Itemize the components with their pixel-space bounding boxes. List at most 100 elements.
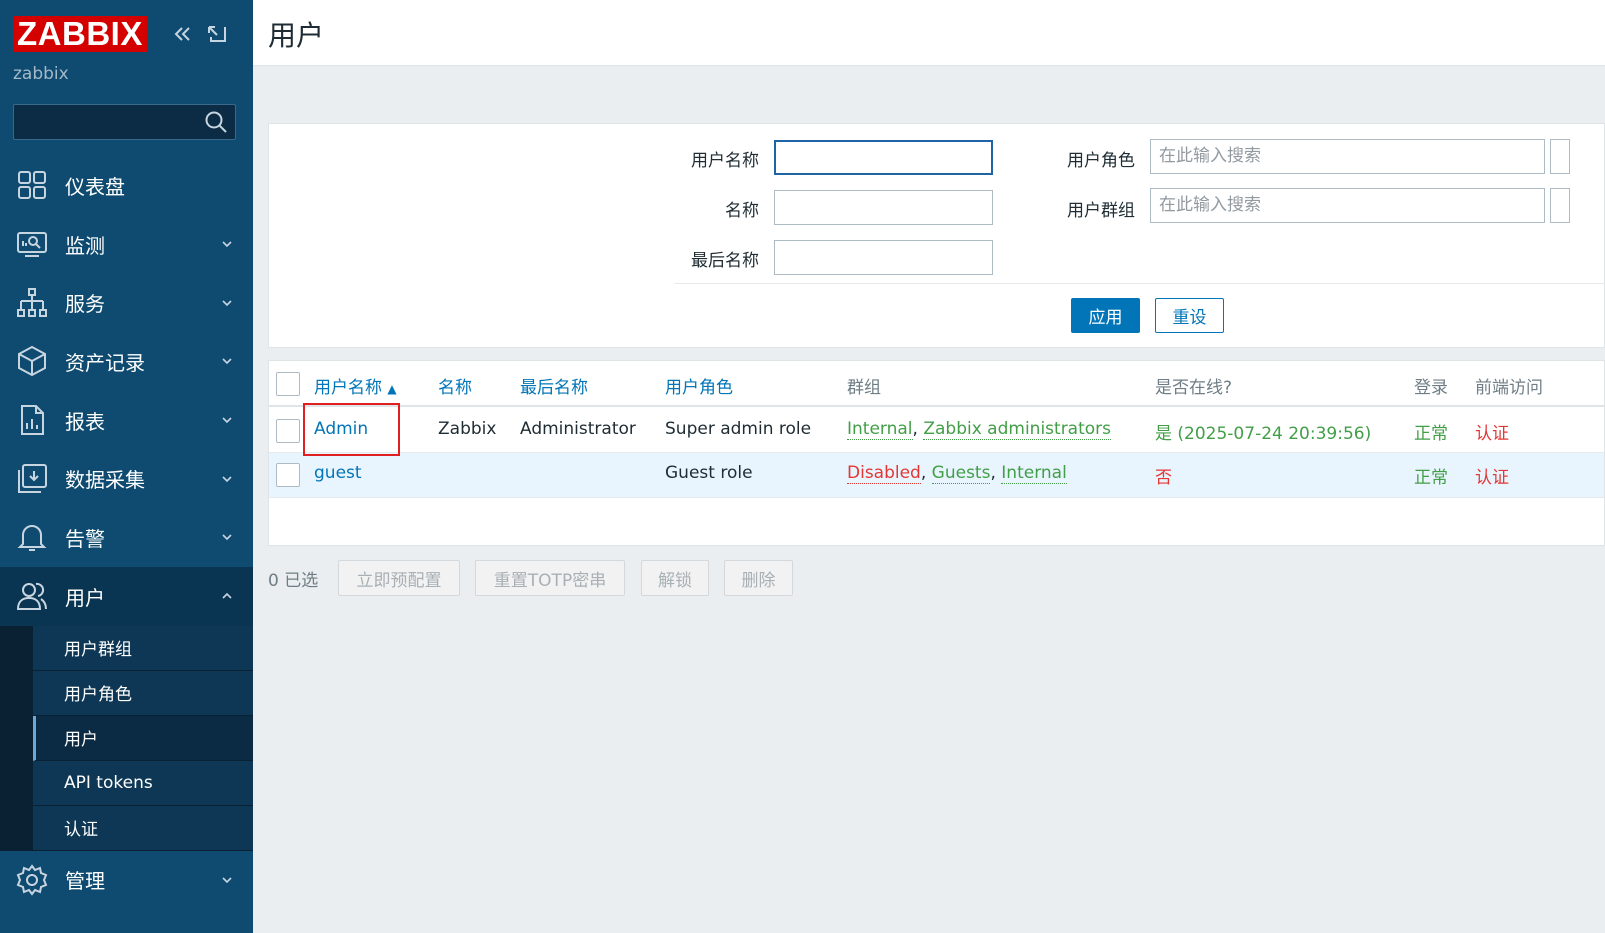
username-link[interactable]: guest: [314, 463, 362, 483]
lastname-cell: Administrator: [520, 419, 636, 439]
nav-item-reports[interactable]: 报表: [0, 391, 253, 450]
group-link[interactable]: Internal: [1001, 463, 1067, 484]
group-link[interactable]: Zabbix administrators: [923, 419, 1112, 440]
filter-name-label: 名称: [725, 201, 759, 221]
groups-cell: Internal, Zabbix administrators: [847, 419, 1112, 440]
name-cell: Zabbix: [438, 419, 497, 439]
group-link[interactable]: Disabled: [847, 463, 921, 484]
frontend-access: 认证: [1475, 424, 1509, 444]
filter-lastname-input[interactable]: [774, 240, 993, 275]
filter-panel: 用户名称 名称 最后名称 用户角色 在此输入搜索 用户群组 在此输入搜索 应用 …: [268, 123, 1605, 348]
group-link[interactable]: Guests: [931, 463, 991, 484]
sort-asc-icon: ▲: [387, 382, 397, 396]
nav-item-administration[interactable]: 管理: [0, 851, 253, 909]
filter-role-select-button[interactable]: [1550, 139, 1570, 174]
column-frontend: 前端访问: [1475, 378, 1543, 398]
column-name[interactable]: 名称: [438, 373, 472, 398]
nav-item-services[interactable]: 服务: [0, 273, 253, 332]
nav-label: 告警: [65, 526, 105, 551]
services-icon: [17, 287, 47, 317]
nav-label: 监测: [65, 233, 105, 258]
role-cell: Guest role: [665, 463, 753, 483]
chevron-down-icon: [222, 241, 232, 248]
subnav-item-users[interactable]: 用户: [33, 715, 253, 761]
nav-item-dashboard[interactable]: 仪表盘: [0, 156, 253, 215]
filter-username-input[interactable]: [774, 140, 993, 175]
filter-group-select-button[interactable]: [1550, 188, 1570, 223]
chevron-down-icon: [222, 876, 232, 883]
column-online: 是否在线?: [1155, 378, 1233, 398]
reset-totp-button[interactable]: 重置TOTP密串: [475, 560, 625, 596]
users-icon: [16, 583, 47, 611]
chevron-up-icon: [222, 593, 232, 599]
column-lastname[interactable]: 最后名称: [520, 373, 588, 398]
nav-item-users[interactable]: 用户: [0, 566, 253, 626]
filter-name-input[interactable]: [774, 190, 993, 225]
sidebar-search-input[interactable]: [13, 104, 236, 140]
filter-role-label: 用户角色: [1067, 151, 1135, 171]
select-all-checkbox[interactable]: [276, 372, 300, 396]
nav-label: 用户: [65, 585, 105, 610]
provision-now-button[interactable]: 立即预配置: [338, 560, 460, 596]
highlight-box: [303, 403, 400, 456]
login-status: 正常: [1414, 424, 1448, 444]
search-icon[interactable]: [203, 109, 229, 135]
table-row: Admin Zabbix Administrator Super admin r…: [269, 408, 1604, 453]
filter-group-label: 用户群组: [1067, 201, 1135, 221]
gear-icon: [16, 863, 48, 896]
chevron-down-icon: [222, 358, 232, 365]
zabbix-logo[interactable]: ZABBIX: [13, 16, 147, 52]
chevron-down-icon: [222, 476, 232, 482]
selected-count: 0 已选: [268, 570, 319, 591]
online-status: 否: [1155, 468, 1172, 488]
users-table: 用户名称 ▲ 名称 最后名称 用户角色 群组 是否在线? 登录 前端访问 Adm…: [268, 360, 1605, 546]
sidebar: ZABBIX zabbix 仪表盘 监测 服务 资产记录 报表 数据采集 告警 …: [0, 0, 253, 933]
nav-label: 管理: [65, 869, 105, 893]
collapse-sidebar-icon[interactable]: [172, 22, 194, 46]
subnav-item-api-tokens[interactable]: API tokens: [33, 760, 253, 806]
subnav-item-user-roles[interactable]: 用户角色: [33, 670, 253, 716]
subnav-item-authentication[interactable]: 认证: [33, 805, 253, 851]
table-row: guest Guest role Disabled, Guests, Inter…: [269, 453, 1604, 498]
delete-button[interactable]: 删除: [724, 560, 793, 596]
monitoring-icon: [17, 232, 47, 258]
row-checkbox[interactable]: [276, 419, 300, 443]
apply-button[interactable]: 应用: [1071, 298, 1140, 333]
online-status: 是 (2025-07-24 20:39:56): [1155, 424, 1372, 444]
page-header: 用户: [253, 0, 1605, 66]
nav-item-alerts[interactable]: 告警: [0, 508, 253, 567]
column-login: 登录: [1414, 378, 1448, 398]
table-header: 用户名称 ▲ 名称 最后名称 用户角色 群组 是否在线? 登录 前端访问: [269, 361, 1604, 407]
server-name: zabbix: [13, 64, 69, 84]
kiosk-mode-icon[interactable]: [206, 22, 228, 46]
subnav-item-user-groups[interactable]: 用户群组: [33, 625, 253, 671]
reports-icon: [21, 405, 44, 436]
filter-username-label: 用户名称: [691, 151, 759, 171]
nav-item-data-collection[interactable]: 数据采集: [0, 449, 253, 508]
page-title: 用户: [268, 19, 325, 52]
filter-group-input[interactable]: 在此输入搜索: [1150, 188, 1545, 223]
logo-row: ZABBIX: [13, 16, 147, 52]
filter-lastname-label: 最后名称: [691, 251, 759, 271]
chevron-down-icon: [222, 534, 232, 541]
dashboard-icon: [18, 171, 46, 200]
filter-divider: [674, 283, 1605, 284]
column-groups: 群组: [847, 378, 881, 398]
nav-label: 仪表盘: [65, 174, 125, 199]
nav-label: 资产记录: [65, 350, 145, 375]
data-collection-icon: [18, 463, 47, 493]
nav-item-inventory[interactable]: 资产记录: [0, 332, 253, 391]
login-status: 正常: [1414, 468, 1448, 488]
unlock-button[interactable]: 解锁: [641, 560, 709, 596]
nav-label: 报表: [65, 409, 105, 434]
row-checkbox[interactable]: [276, 463, 300, 487]
filter-role-input[interactable]: 在此输入搜索: [1150, 139, 1545, 174]
column-role[interactable]: 用户角色: [665, 373, 733, 398]
column-username[interactable]: 用户名称 ▲: [314, 373, 397, 398]
chevron-down-icon: [222, 417, 232, 424]
group-link[interactable]: Internal: [847, 419, 913, 440]
frontend-access: 认证: [1475, 468, 1509, 488]
reset-button[interactable]: 重设: [1155, 298, 1224, 333]
bell-icon: [17, 525, 47, 552]
nav-item-monitoring[interactable]: 监测: [0, 215, 253, 274]
